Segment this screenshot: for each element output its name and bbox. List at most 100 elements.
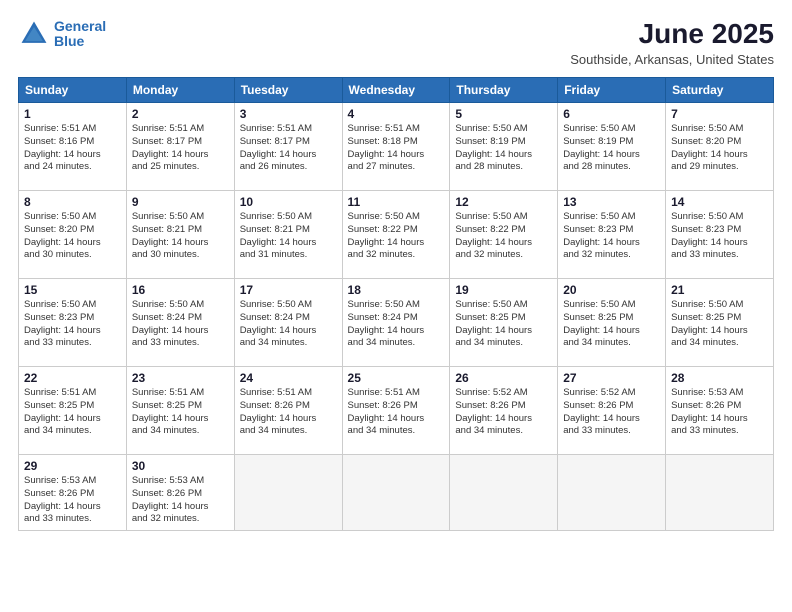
day-info: Sunrise: 5:50 AMSunset: 8:20 PMDaylight:… bbox=[24, 211, 121, 262]
day-number: 23 bbox=[132, 371, 229, 385]
day-info: Sunrise: 5:51 AMSunset: 8:16 PMDaylight:… bbox=[24, 123, 121, 174]
day-cell: 15Sunrise: 5:50 AMSunset: 8:23 PMDayligh… bbox=[19, 279, 127, 367]
day-cell: 9 Sunrise: 5:50 AMSunset: 8:21 PMDaylight… bbox=[126, 191, 234, 279]
day-info: Sunrise: 5:52 AMSunset: 8:26 PMDaylight:… bbox=[455, 387, 552, 438]
day-number: 22 bbox=[24, 371, 121, 385]
day-info: Sunrise: 5:50 AMSunset: 8:21 PMDaylight:… bbox=[240, 211, 337, 262]
day-cell: 18 Sunrise: 5:50 AMSunset: 8:24 PMDayligh… bbox=[342, 279, 450, 367]
day-info: Sunrise: 5:50 AMSunset: 8:24 PMDaylight:… bbox=[132, 299, 229, 350]
day-info: Sunrise: 5:50 AMSunset: 8:25 PMDaylight:… bbox=[455, 299, 552, 350]
day-info: Sunrise: 5:50 AMSunset: 8:25 PMDaylight:… bbox=[563, 299, 660, 350]
day-cell bbox=[450, 455, 558, 531]
day-number: 18 bbox=[348, 283, 445, 297]
title-block: June 2025 Southside, Arkansas, United St… bbox=[570, 18, 774, 67]
day-cell: 12Sunrise: 5:50 AMSunset: 8:22 PMDayligh… bbox=[450, 191, 558, 279]
day-info: Sunrise: 5:50 AMSunset: 8:25 PMDaylight:… bbox=[671, 299, 768, 350]
day-number: 25 bbox=[348, 371, 445, 385]
day-number: 13 bbox=[563, 195, 660, 209]
day-number: 17 bbox=[240, 283, 337, 297]
day-cell: 11 Sunrise: 5:50 AMSunset: 8:22 PMDayligh… bbox=[342, 191, 450, 279]
day-info: Sunrise: 5:53 AMSunset: 8:26 PMDaylight:… bbox=[132, 475, 229, 526]
day-number: 8 bbox=[24, 195, 121, 209]
day-cell: 5Sunrise: 5:50 AMSunset: 8:19 PMDaylight… bbox=[450, 103, 558, 191]
day-info: Sunrise: 5:51 AMSunset: 8:17 PMDaylight:… bbox=[132, 123, 229, 174]
day-number: 6 bbox=[563, 107, 660, 121]
day-info: Sunrise: 5:51 AMSunset: 8:17 PMDaylight:… bbox=[240, 123, 337, 174]
day-info: Sunrise: 5:53 AMSunset: 8:26 PMDaylight:… bbox=[671, 387, 768, 438]
logo-icon bbox=[18, 18, 50, 50]
day-cell: 28 Sunrise: 5:53 AMSunset: 8:26 PMDayligh… bbox=[666, 367, 774, 455]
header: General Blue June 2025 Southside, Arkans… bbox=[18, 18, 774, 67]
day-info: Sunrise: 5:50 AMSunset: 8:20 PMDaylight:… bbox=[671, 123, 768, 174]
day-cell: 27 Sunrise: 5:52 AMSunset: 8:26 PMDayligh… bbox=[558, 367, 666, 455]
day-info: Sunrise: 5:50 AMSunset: 8:22 PMDaylight:… bbox=[348, 211, 445, 262]
day-number: 4 bbox=[348, 107, 445, 121]
day-cell: 19 Sunrise: 5:50 AMSunset: 8:25 PMDayligh… bbox=[450, 279, 558, 367]
day-cell: 7 Sunrise: 5:50 AMSunset: 8:20 PMDaylight… bbox=[666, 103, 774, 191]
day-number: 26 bbox=[455, 371, 552, 385]
day-number: 29 bbox=[24, 459, 121, 473]
day-cell: 2Sunrise: 5:51 AMSunset: 8:17 PMDaylight… bbox=[126, 103, 234, 191]
day-cell: 24Sunrise: 5:51 AMSunset: 8:26 PMDayligh… bbox=[234, 367, 342, 455]
day-number: 16 bbox=[132, 283, 229, 297]
day-info: Sunrise: 5:50 AMSunset: 8:23 PMDaylight:… bbox=[24, 299, 121, 350]
col-thursday: Thursday bbox=[450, 78, 558, 103]
day-cell: 10 Sunrise: 5:50 AMSunset: 8:21 PMDayligh… bbox=[234, 191, 342, 279]
calendar-table: Sunday Monday Tuesday Wednesday Thursday… bbox=[18, 77, 774, 531]
day-info: Sunrise: 5:50 AMSunset: 8:23 PMDaylight:… bbox=[563, 211, 660, 262]
day-info: Sunrise: 5:50 AMSunset: 8:24 PMDaylight:… bbox=[240, 299, 337, 350]
day-number: 3 bbox=[240, 107, 337, 121]
day-cell: 13 Sunrise: 5:50 AMSunset: 8:23 PMDayligh… bbox=[558, 191, 666, 279]
day-number: 9 bbox=[132, 195, 229, 209]
day-info: Sunrise: 5:50 AMSunset: 8:19 PMDaylight:… bbox=[455, 123, 552, 174]
day-number: 24 bbox=[240, 371, 337, 385]
day-cell: 6 Sunrise: 5:50 AMSunset: 8:19 PMDaylight… bbox=[558, 103, 666, 191]
day-number: 10 bbox=[240, 195, 337, 209]
day-info: Sunrise: 5:51 AMSunset: 8:18 PMDaylight:… bbox=[348, 123, 445, 174]
day-info: Sunrise: 5:52 AMSunset: 8:26 PMDaylight:… bbox=[563, 387, 660, 438]
logo-text: General Blue bbox=[54, 19, 106, 50]
day-cell: 3 Sunrise: 5:51 AMSunset: 8:17 PMDaylight… bbox=[234, 103, 342, 191]
main-title: June 2025 bbox=[570, 18, 774, 50]
day-cell: 20Sunrise: 5:50 AMSunset: 8:25 PMDayligh… bbox=[558, 279, 666, 367]
day-cell: 29 Sunrise: 5:53 AMSunset: 8:26 PMDayligh… bbox=[19, 455, 127, 531]
day-info: Sunrise: 5:50 AMSunset: 8:24 PMDaylight:… bbox=[348, 299, 445, 350]
page: General Blue June 2025 Southside, Arkans… bbox=[0, 0, 792, 612]
day-cell: 21Sunrise: 5:50 AMSunset: 8:25 PMDayligh… bbox=[666, 279, 774, 367]
day-cell: 25 Sunrise: 5:51 AMSunset: 8:26 PMDayligh… bbox=[342, 367, 450, 455]
day-number: 30 bbox=[132, 459, 229, 473]
day-cell: 4 Sunrise: 5:51 AMSunset: 8:18 PMDaylight… bbox=[342, 103, 450, 191]
col-saturday: Saturday bbox=[666, 78, 774, 103]
day-cell: 17 Sunrise: 5:50 AMSunset: 8:24 PMDayligh… bbox=[234, 279, 342, 367]
day-number: 1 bbox=[24, 107, 121, 121]
col-friday: Friday bbox=[558, 78, 666, 103]
logo-line1: General bbox=[54, 18, 106, 34]
day-cell: 1 Sunrise: 5:51 AMSunset: 8:16 PMDaylight… bbox=[19, 103, 127, 191]
day-info: Sunrise: 5:50 AMSunset: 8:23 PMDaylight:… bbox=[671, 211, 768, 262]
day-cell: 30 Sunrise: 5:53 AMSunset: 8:26 PMDayligh… bbox=[126, 455, 234, 531]
day-info: Sunrise: 5:50 AMSunset: 8:22 PMDaylight:… bbox=[455, 211, 552, 262]
day-number: 14 bbox=[671, 195, 768, 209]
day-info: Sunrise: 5:51 AMSunset: 8:25 PMDaylight:… bbox=[24, 387, 121, 438]
day-cell: 22 Sunrise: 5:51 AMSunset: 8:25 PMDayligh… bbox=[19, 367, 127, 455]
col-monday: Monday bbox=[126, 78, 234, 103]
day-number: 7 bbox=[671, 107, 768, 121]
day-info: Sunrise: 5:50 AMSunset: 8:21 PMDaylight:… bbox=[132, 211, 229, 262]
logo-line2: Blue bbox=[54, 33, 84, 49]
day-info: Sunrise: 5:53 AMSunset: 8:26 PMDaylight:… bbox=[24, 475, 121, 526]
day-info: Sunrise: 5:50 AMSunset: 8:19 PMDaylight:… bbox=[563, 123, 660, 174]
day-cell bbox=[558, 455, 666, 531]
day-cell: 23Sunrise: 5:51 AMSunset: 8:25 PMDayligh… bbox=[126, 367, 234, 455]
day-cell: 26 Sunrise: 5:52 AMSunset: 8:26 PMDayligh… bbox=[450, 367, 558, 455]
logo: General Blue bbox=[18, 18, 106, 50]
day-number: 27 bbox=[563, 371, 660, 385]
col-sunday: Sunday bbox=[19, 78, 127, 103]
day-number: 28 bbox=[671, 371, 768, 385]
day-number: 19 bbox=[455, 283, 552, 297]
day-cell bbox=[234, 455, 342, 531]
day-number: 11 bbox=[348, 195, 445, 209]
day-cell bbox=[342, 455, 450, 531]
day-info: Sunrise: 5:51 AMSunset: 8:26 PMDaylight:… bbox=[348, 387, 445, 438]
header-row: Sunday Monday Tuesday Wednesday Thursday… bbox=[19, 78, 774, 103]
col-tuesday: Tuesday bbox=[234, 78, 342, 103]
